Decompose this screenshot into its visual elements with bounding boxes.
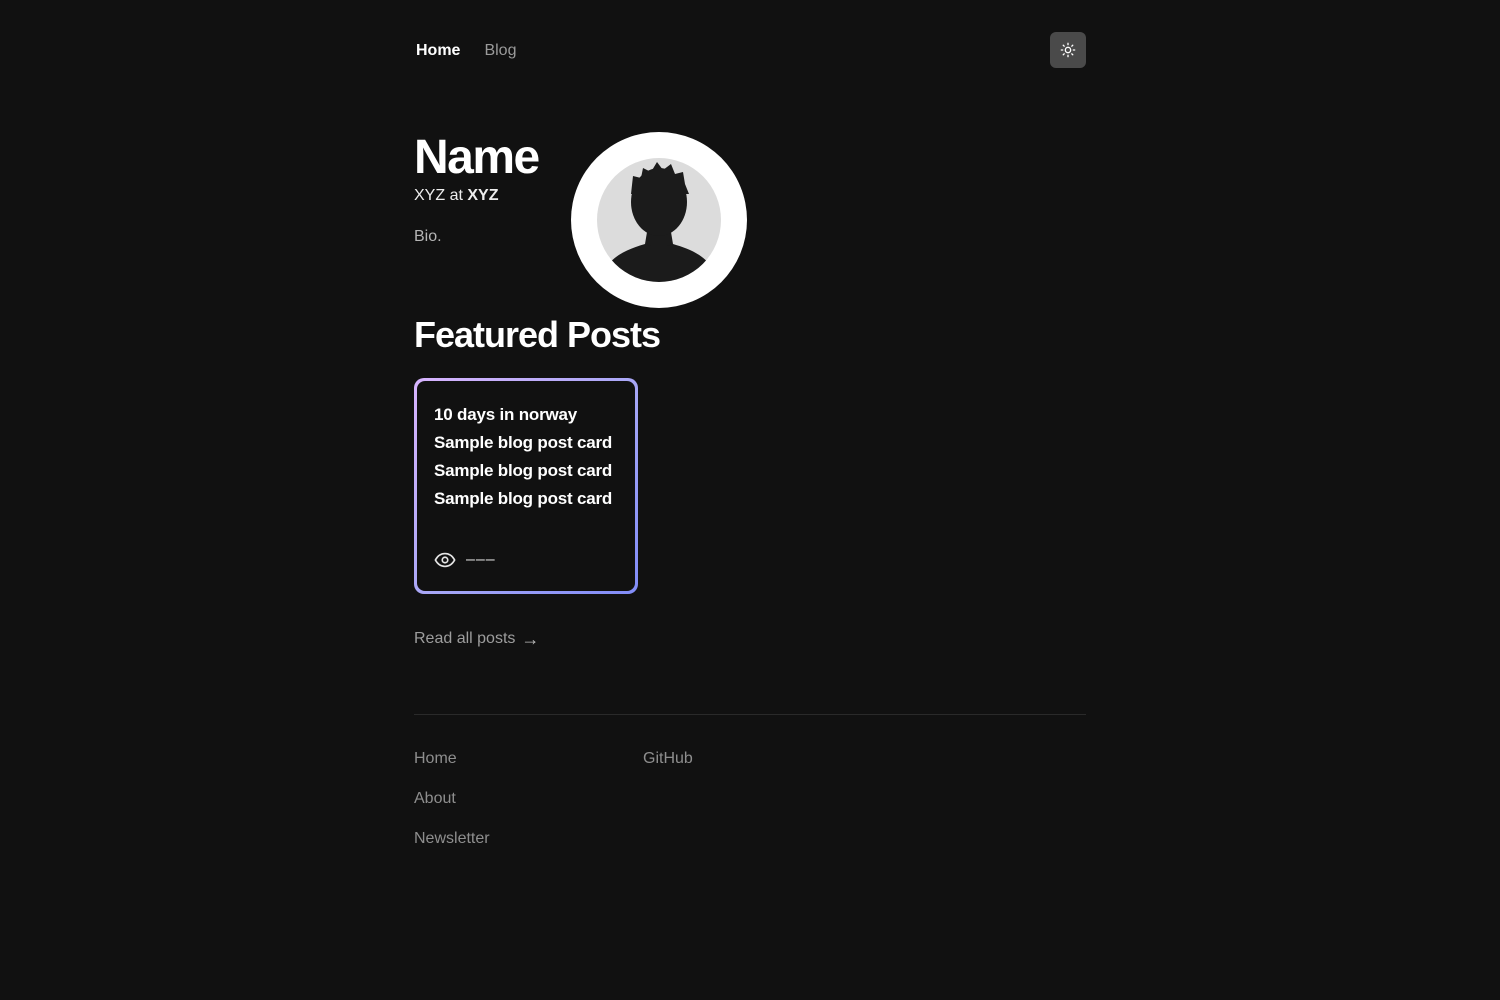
- profile-role: XYZ at XYZ: [414, 186, 499, 206]
- footer-github-link[interactable]: GitHub: [643, 748, 693, 770]
- featured-posts-heading: Featured Posts: [414, 314, 661, 355]
- avatar: [571, 132, 747, 308]
- role-title: XYZ: [414, 187, 446, 204]
- role-company: XYZ: [467, 187, 499, 204]
- user-silhouette-icon: [597, 158, 721, 282]
- nav-home-link[interactable]: Home: [416, 40, 460, 62]
- footer-links-social: GitHub: [643, 748, 693, 770]
- eye-icon: [434, 552, 456, 568]
- card-line: Sample blog post card: [434, 433, 613, 452]
- footer-about-link[interactable]: About: [414, 788, 490, 810]
- card-line: Sample blog post card: [434, 461, 613, 480]
- card-title: 10 days in norway: [434, 405, 578, 424]
- sun-icon: [1060, 42, 1076, 58]
- read-all-posts-link[interactable]: Read all posts →: [414, 628, 539, 650]
- footer-newsletter-link[interactable]: Newsletter: [414, 828, 490, 850]
- footer-divider: [414, 714, 1086, 715]
- arrow-right-icon: →: [521, 629, 540, 649]
- nav-blog-link[interactable]: Blog: [484, 40, 516, 62]
- top-nav: Home Blog: [416, 40, 516, 62]
- role-at: at: [449, 187, 463, 204]
- footer-home-link[interactable]: Home: [414, 748, 490, 770]
- card-line: Sample blog post card: [434, 489, 613, 508]
- blog-post-card-body: 10 days in norway Sample blog post card …: [417, 381, 635, 591]
- page: Home Blog Name XYZ at XYZ Bio. Featured …: [0, 0, 1500, 1000]
- views-counter: –––: [434, 551, 496, 569]
- read-all-label: Read all posts: [414, 630, 516, 647]
- profile-bio: Bio.: [414, 228, 442, 245]
- theme-toggle-button[interactable]: [1050, 32, 1086, 68]
- blog-post-card[interactable]: 10 days in norway Sample blog post card …: [414, 378, 638, 594]
- footer-links-primary: Home About Newsletter: [414, 748, 490, 850]
- profile-name: Name: [414, 131, 540, 184]
- views-count: –––: [466, 551, 496, 568]
